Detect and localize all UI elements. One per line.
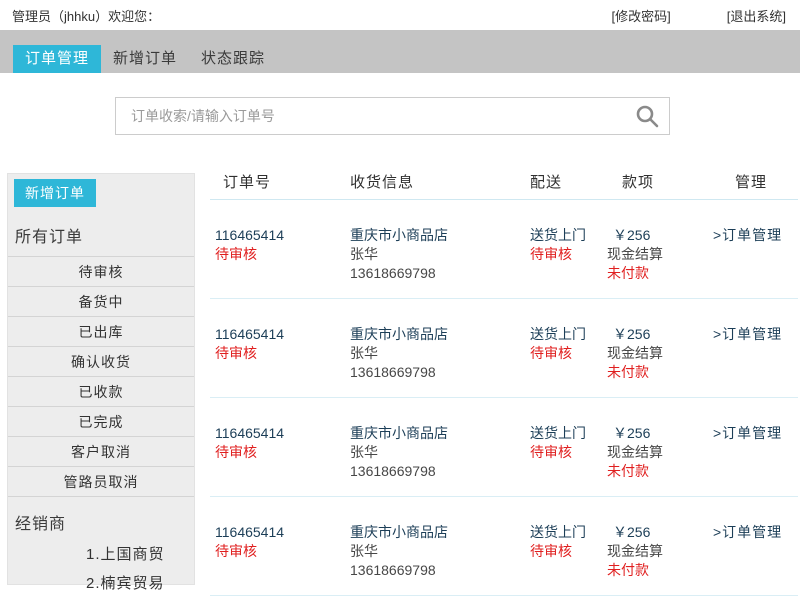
manage-order-link[interactable]: >订单管理: [713, 524, 782, 540]
payment-method: 现金结算: [607, 443, 713, 462]
change-password-link[interactable]: [修改密码]: [612, 6, 671, 25]
topbar-links: [修改密码] [退出系统]: [612, 6, 786, 25]
order-no: 116465414: [215, 325, 350, 344]
delivery-status: 待审核: [530, 542, 607, 561]
order-no: 116465414: [215, 424, 350, 443]
dealers-heading: 经销商: [15, 510, 194, 534]
receiver-name: 张华: [350, 542, 523, 561]
order-status-list: 待审核 备货中 已出库 确认收货 已收款 已完成 客户取消 管路员取消: [8, 256, 194, 497]
table-row: 116465414 待审核 重庆市小商品店 张华 13618669798 送货上…: [210, 497, 798, 596]
receiver-name: 张华: [350, 245, 523, 264]
payment-method: 现金结算: [607, 542, 713, 561]
manage-order-link[interactable]: >订单管理: [713, 425, 782, 441]
table-row: 116465414 待审核 重庆市小商品店 张华 13618669798 送货上…: [210, 299, 798, 398]
dealer-item-1[interactable]: 1.上国商贸: [8, 540, 194, 569]
order-amount: ￥256: [607, 424, 713, 443]
phone-number: 13618669798: [350, 363, 523, 382]
sidebar: 新增订单 所有订单 待审核 备货中 已出库 确认收货 已收款 已完成 客户取消 …: [7, 173, 195, 585]
order-status: 待审核: [215, 245, 350, 264]
payment-method: 现金结算: [607, 344, 713, 363]
delivery-method: 送货上门: [530, 226, 607, 245]
payment-status: 未付款: [607, 462, 713, 481]
header-order-no: 订单号: [210, 170, 350, 199]
phone-number: 13618669798: [350, 462, 523, 481]
header-shipping-info: 收货信息: [350, 170, 523, 199]
payment-status: 未付款: [607, 561, 713, 580]
order-status: 待审核: [215, 542, 350, 561]
sidebar-item-customer-cancelled[interactable]: 客户取消: [8, 436, 194, 466]
order-no: 116465414: [215, 226, 350, 245]
shop-name: 重庆市小商品店: [350, 523, 523, 542]
table-row: 116465414 待审核 重庆市小商品店 张华 13618669798 送货上…: [210, 398, 798, 497]
delivery-status: 待审核: [530, 443, 607, 462]
sidebar-item-confirm-receipt[interactable]: 确认收货: [8, 346, 194, 376]
delivery-method: 送货上门: [530, 325, 607, 344]
header-delivery: 配送: [523, 170, 607, 199]
tab-status-tracking[interactable]: 状态跟踪: [189, 45, 277, 73]
order-status: 待审核: [215, 344, 350, 363]
header-manage: 管理: [713, 170, 798, 199]
order-amount: ￥256: [607, 523, 713, 542]
payment-method: 现金结算: [607, 245, 713, 264]
order-amount: ￥256: [607, 325, 713, 344]
order-amount: ￥256: [607, 226, 713, 245]
logout-link[interactable]: [退出系统]: [727, 6, 786, 25]
search-icon[interactable]: [634, 103, 660, 129]
manage-order-link[interactable]: >订单管理: [713, 227, 782, 243]
new-order-button[interactable]: 新增订单: [14, 179, 96, 207]
dealer-item-2[interactable]: 2.楠宾贸易: [8, 569, 194, 598]
table-header-row: 订单号 收货信息 配送 款项 管理: [210, 170, 798, 200]
delivery-status: 待审核: [530, 245, 607, 264]
sidebar-item-completed[interactable]: 已完成: [8, 406, 194, 436]
all-orders-heading: 所有订单: [15, 223, 194, 247]
dealer-list: 1.上国商贸 2.楠宾贸易: [8, 540, 194, 598]
phone-number: 13618669798: [350, 264, 523, 283]
sidebar-item-pending-review[interactable]: 待审核: [8, 256, 194, 286]
receiver-name: 张华: [350, 344, 523, 363]
topbar: 管理员（jhhku）欢迎您： [修改密码] [退出系统]: [0, 0, 800, 30]
delivery-status: 待审核: [530, 344, 607, 363]
search-input[interactable]: [115, 97, 670, 135]
sidebar-item-shipped-out[interactable]: 已出库: [8, 316, 194, 346]
sidebar-item-paid[interactable]: 已收款: [8, 376, 194, 406]
shop-name: 重庆市小商品店: [350, 226, 523, 245]
order-status: 待审核: [215, 443, 350, 462]
tab-bar: 订单管理 新增订单 状态跟踪: [0, 30, 800, 73]
sidebar-item-admin-cancelled[interactable]: 管路员取消: [8, 466, 194, 496]
payment-status: 未付款: [607, 363, 713, 382]
sidebar-item-preparing[interactable]: 备货中: [8, 286, 194, 316]
tab-order-management[interactable]: 订单管理: [13, 45, 101, 73]
delivery-method: 送货上门: [530, 424, 607, 443]
table-row: 116465414 待审核 重庆市小商品店 张华 13618669798 送货上…: [210, 200, 798, 299]
welcome-text: 管理员（jhhku）欢迎您：: [12, 6, 160, 25]
shop-name: 重庆市小商品店: [350, 424, 523, 443]
orders-table: 订单号 收货信息 配送 款项 管理 116465414 待审核 重庆市小商品店 …: [210, 170, 798, 596]
receiver-name: 张华: [350, 443, 523, 462]
phone-number: 13618669798: [350, 561, 523, 580]
delivery-method: 送货上门: [530, 523, 607, 542]
search-bar: [115, 97, 670, 135]
tab-new-order[interactable]: 新增订单: [101, 45, 189, 73]
header-payment: 款项: [607, 170, 713, 199]
order-no: 116465414: [215, 523, 350, 542]
payment-status: 未付款: [607, 264, 713, 283]
shop-name: 重庆市小商品店: [350, 325, 523, 344]
manage-order-link[interactable]: >订单管理: [713, 326, 782, 342]
